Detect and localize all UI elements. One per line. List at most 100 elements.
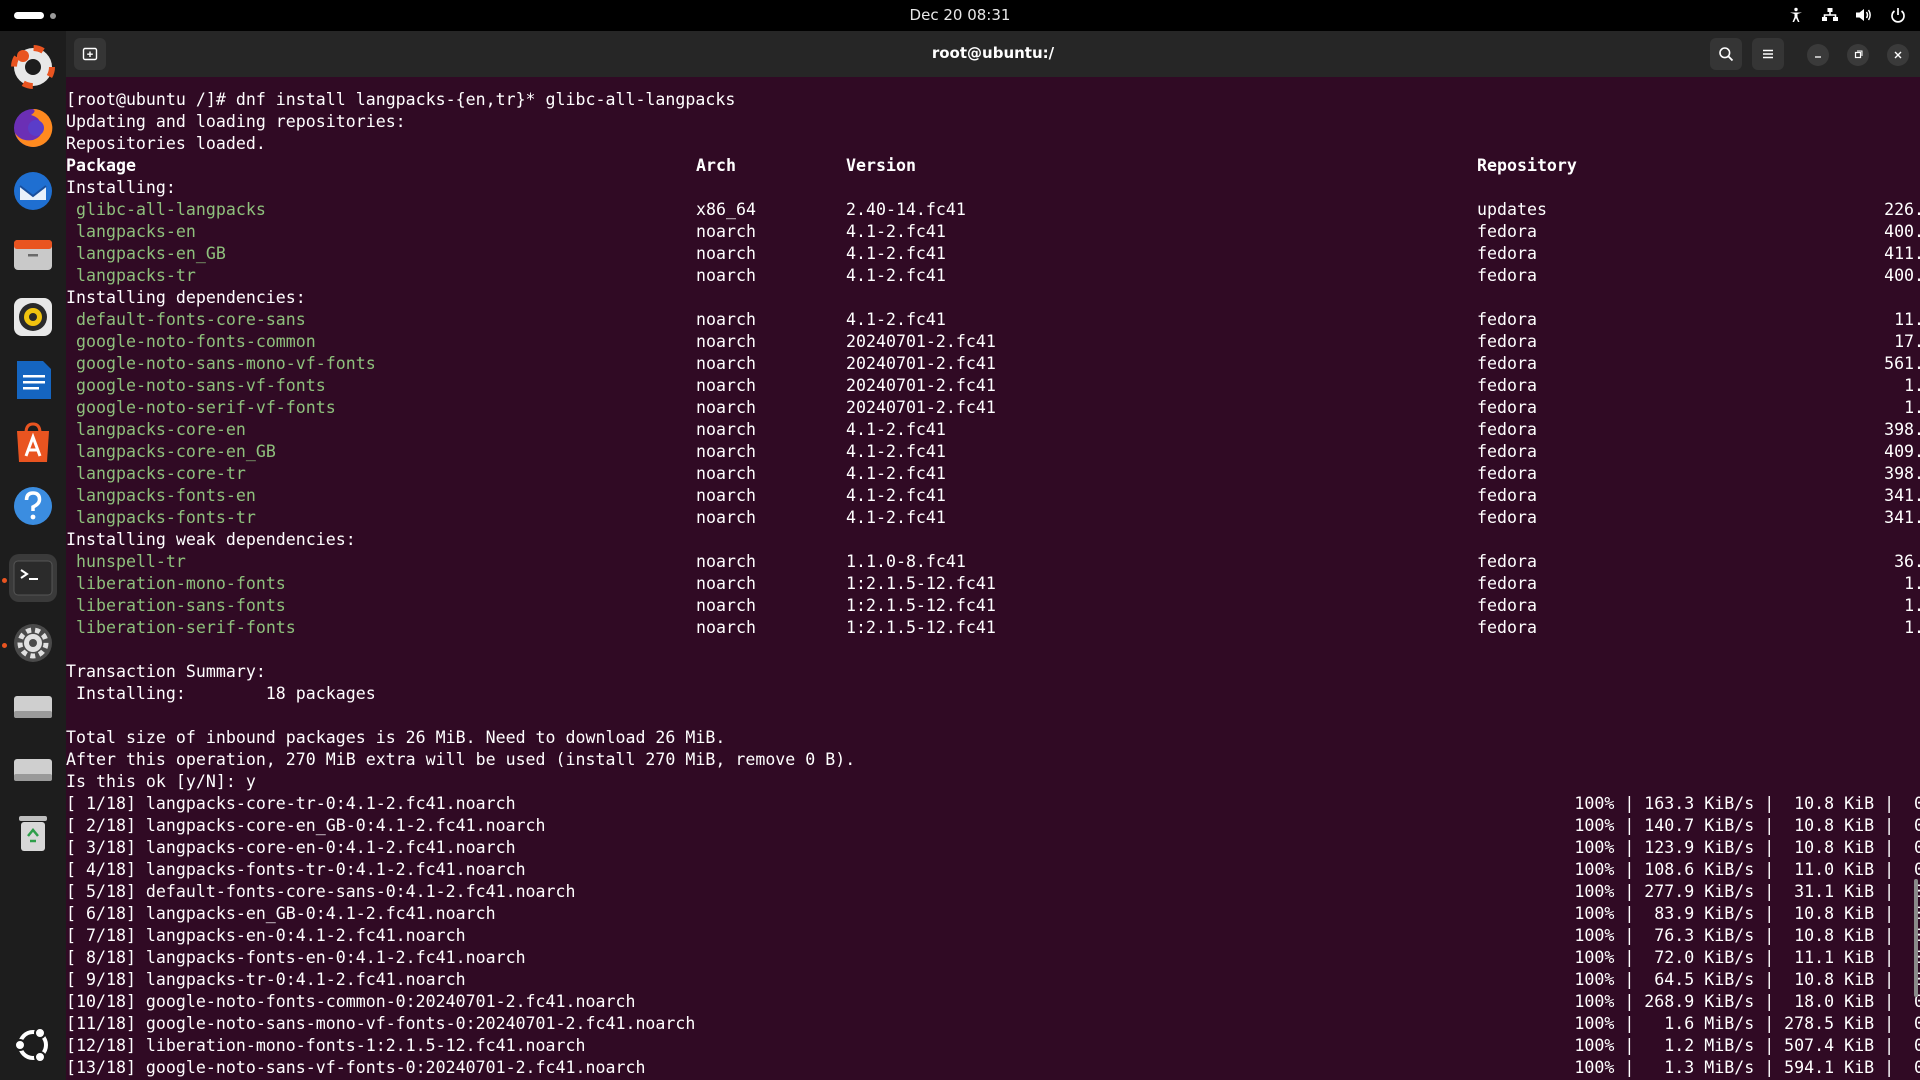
maximize-button[interactable] bbox=[1847, 44, 1869, 66]
package-repo: fedora bbox=[1477, 618, 1537, 637]
download-stats: 100% | 123.9 KiB/s | 10.8 KiB | 00m00s bbox=[1574, 838, 1920, 857]
download-stats: 100% | 83.9 KiB/s | 10.8 KiB | 00m00s bbox=[1574, 904, 1920, 923]
new-tab-icon bbox=[82, 47, 98, 61]
clock[interactable]: Dec 20 08:31 bbox=[910, 6, 1011, 24]
status-line: Updating and loading repositories: bbox=[66, 111, 1920, 133]
hamburger-menu-icon bbox=[1763, 49, 1773, 59]
table-row: langpacks-en_GB noarch 4.1-2.fc41 fedora 411… bbox=[66, 243, 1920, 265]
download-row: [ 5/18] default-fonts-core-sans-0:4.1-2.… bbox=[66, 881, 1920, 903]
info-line: After this operation, 270 MiB extra will… bbox=[66, 749, 1920, 771]
download-row: [ 1/18] langpacks-core-tr-0:4.1-2.fc41.n… bbox=[66, 793, 1920, 815]
close-button[interactable] bbox=[1887, 44, 1909, 66]
package-size: 1.6 MiB bbox=[1904, 596, 1920, 615]
dock-help-app[interactable] bbox=[9, 43, 57, 91]
package-version: 4.1-2.fc41 bbox=[846, 420, 946, 439]
dock-files[interactable] bbox=[9, 230, 57, 278]
download-row: [10/18] google-noto-fonts-common-0:20240… bbox=[66, 991, 1920, 1013]
package-name: langpacks-tr bbox=[76, 266, 196, 285]
dock-settings[interactable] bbox=[9, 619, 57, 667]
new-tab-button[interactable] bbox=[74, 38, 106, 70]
package-name: langpacks-core-en_GB bbox=[76, 442, 276, 461]
appstore-icon bbox=[17, 422, 49, 462]
package-arch: noarch bbox=[696, 310, 756, 329]
package-size: 341.0 B bbox=[1884, 508, 1920, 527]
download-stats: 100% | 1.3 MiB/s | 594.1 KiB | 00m00s bbox=[1574, 1058, 1920, 1077]
package-version: 4.1-2.fc41 bbox=[846, 442, 946, 461]
dock-writer[interactable] bbox=[9, 356, 57, 404]
package-name: langpacks-en bbox=[76, 222, 196, 241]
speaker-icon bbox=[14, 298, 52, 336]
package-version: 20240701-2.fc41 bbox=[846, 354, 996, 373]
table-row: google-noto-sans-vf-fonts noarch 20240701-… bbox=[66, 375, 1920, 397]
terminal-window[interactable]: root@ubuntu:/ [root@ubuntu /]# dnf insta… bbox=[66, 31, 1920, 1080]
package-arch: x86_64 bbox=[696, 200, 756, 219]
table-row: langpacks-core-en noarch 4.1-2.fc41 fedora 3… bbox=[66, 419, 1920, 441]
package-version: 20240701-2.fc41 bbox=[846, 376, 996, 395]
section-title: Installing: bbox=[66, 177, 1920, 199]
package-arch: noarch bbox=[696, 398, 756, 417]
minimize-button[interactable] bbox=[1807, 44, 1829, 66]
download-stats: 100% | 76.3 KiB/s | 10.8 KiB | 00m00s bbox=[1574, 926, 1920, 945]
table-row: liberation-sans-fonts noarch 1:2.1.5-12.fc… bbox=[66, 595, 1920, 617]
dock-thunderbird[interactable] bbox=[9, 167, 57, 215]
close-icon bbox=[1894, 51, 1902, 59]
table-row: langpacks-tr noarch 4.1-2.fc41 fedora 400.0 … bbox=[66, 265, 1920, 287]
workspace-indicator-active bbox=[14, 12, 44, 19]
package-version: 4.1-2.fc41 bbox=[846, 244, 946, 263]
activities-button[interactable] bbox=[14, 12, 56, 19]
package-version: 1:2.1.5-12.fc41 bbox=[846, 574, 996, 593]
download-stats: 100% | 64.5 KiB/s | 10.8 KiB | 00m00s bbox=[1574, 970, 1920, 989]
show-apps-button[interactable] bbox=[9, 1021, 57, 1069]
scrollbar[interactable] bbox=[1914, 879, 1918, 997]
menu-button[interactable] bbox=[1752, 38, 1784, 70]
accessibility-icon[interactable] bbox=[1786, 5, 1806, 25]
volume-icon[interactable] bbox=[1854, 5, 1874, 25]
system-tray[interactable] bbox=[1786, 5, 1908, 25]
package-name: hunspell-tr bbox=[76, 552, 186, 571]
package-name: liberation-serif-fonts bbox=[76, 618, 296, 637]
network-icon[interactable] bbox=[1820, 5, 1840, 25]
trash-icon bbox=[19, 816, 47, 851]
package-arch: noarch bbox=[696, 332, 756, 351]
thunderbird-icon bbox=[14, 172, 52, 210]
download-label: [ 2/18] langpacks-core-en_GB-0:4.1-2.fc4… bbox=[66, 816, 546, 835]
package-repo: fedora bbox=[1477, 222, 1537, 241]
header-arch: Arch bbox=[696, 156, 736, 175]
dock bbox=[0, 31, 66, 1080]
status-text: Updating and loading repositories: bbox=[66, 112, 406, 131]
package-arch: noarch bbox=[696, 574, 756, 593]
package-version: 1:2.1.5-12.fc41 bbox=[846, 596, 996, 615]
package-size: 36.6 MiB bbox=[1894, 552, 1920, 571]
package-repo: fedora bbox=[1477, 596, 1537, 615]
package-name: langpacks-en_GB bbox=[76, 244, 226, 263]
table-row: liberation-serif-fonts noarch 1:2.1.5-12.f… bbox=[66, 617, 1920, 639]
dock-firefox[interactable] bbox=[9, 104, 57, 152]
question-icon bbox=[14, 487, 52, 525]
gear-icon bbox=[14, 624, 52, 662]
dock-trash[interactable] bbox=[9, 808, 57, 856]
table-row: langpacks-core-tr noarch 4.1-2.fc41 fedora 3… bbox=[66, 463, 1920, 485]
dock-drive-1[interactable] bbox=[9, 682, 57, 730]
dock-app-center[interactable] bbox=[9, 419, 57, 467]
header-version: Version bbox=[846, 156, 916, 175]
terminal-output[interactable]: [root@ubuntu /]# dnf install langpacks-{… bbox=[66, 77, 1920, 1080]
dock-terminal[interactable] bbox=[9, 554, 57, 602]
download-stats: 100% | 72.0 KiB/s | 11.1 KiB | 00m00s bbox=[1574, 948, 1920, 967]
package-repo: fedora bbox=[1477, 442, 1537, 461]
package-arch: noarch bbox=[696, 354, 756, 373]
package-name: langpacks-core-tr bbox=[76, 464, 246, 483]
package-arch: noarch bbox=[696, 464, 756, 483]
dock-drive-2[interactable] bbox=[9, 745, 57, 793]
dock-rhythmbox[interactable] bbox=[9, 293, 57, 341]
package-size: 1.2 MiB bbox=[1904, 376, 1920, 395]
power-icon[interactable] bbox=[1888, 5, 1908, 25]
info-text: After this operation, 270 MiB extra will… bbox=[66, 750, 856, 769]
info-text: Total size of inbound packages is 26 MiB… bbox=[66, 728, 726, 747]
dock-help[interactable] bbox=[9, 482, 57, 530]
search-button[interactable] bbox=[1710, 38, 1742, 70]
download-label: [ 7/18] langpacks-en-0:4.1-2.fc41.noarch bbox=[66, 926, 466, 945]
package-name: langpacks-fonts-tr bbox=[76, 508, 256, 527]
status-line: Repositories loaded. bbox=[66, 133, 1920, 155]
